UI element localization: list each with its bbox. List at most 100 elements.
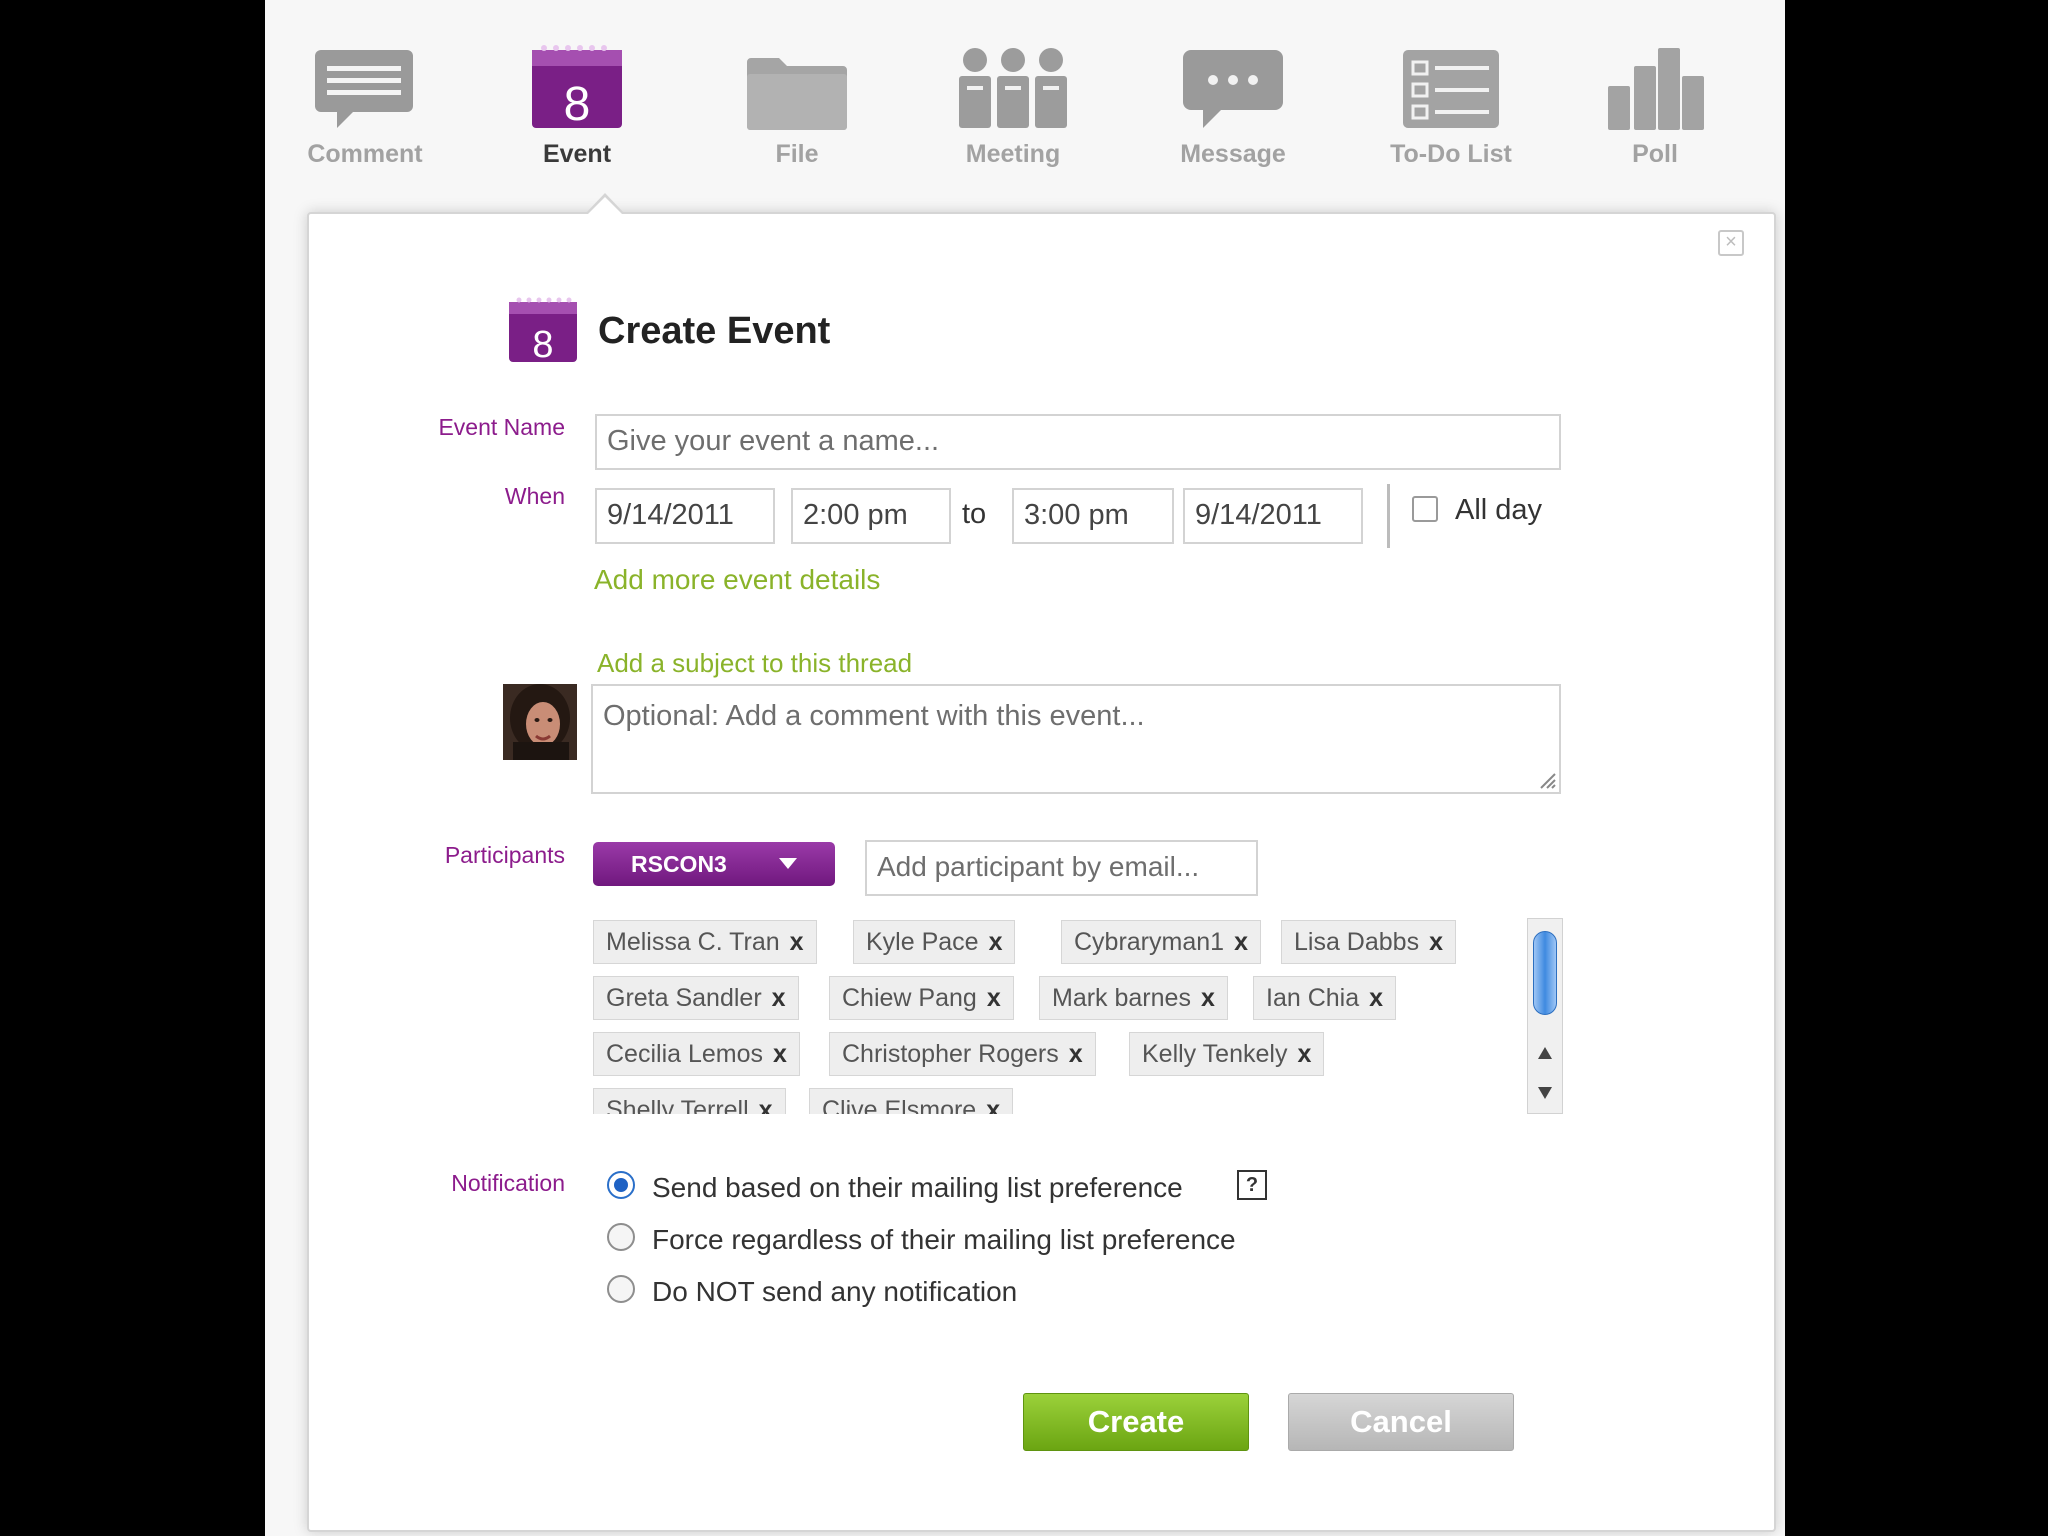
participant-email-input[interactable]: Add participant by email...	[865, 840, 1258, 896]
end-date-input[interactable]: 9/14/2011	[1183, 488, 1363, 544]
all-day-divider	[1387, 484, 1390, 548]
scroll-down-arrow-icon[interactable]	[1538, 1087, 1552, 1099]
remove-participant-icon[interactable]: x	[1369, 984, 1383, 1012]
participant-chip: Melissa C. Tran x	[593, 920, 817, 964]
remove-participant-icon[interactable]: x	[1234, 928, 1248, 956]
participants-label: Participants	[444, 842, 565, 868]
create-event-icon-number: 8	[532, 324, 553, 364]
notification-option-label: Force regardless of their mailing list p…	[652, 1224, 1236, 1255]
all-day-label: All day	[1455, 494, 1543, 526]
when-label: When	[504, 483, 565, 509]
remove-participant-icon[interactable]: x	[1297, 1040, 1311, 1068]
remove-participant-icon[interactable]: x	[772, 984, 786, 1012]
participant-chip: Shelly Terrell x	[593, 1088, 786, 1114]
tool-label-message: Message	[1180, 140, 1286, 168]
calendar-icon-number: 8	[564, 78, 591, 130]
group-dropdown-button[interactable]: RSCON3	[593, 842, 835, 886]
tool-label-meeting: Meeting	[965, 140, 1061, 168]
event-name-input[interactable]: Give your event a name...	[595, 414, 1561, 470]
help-icon[interactable]: ?	[1237, 1170, 1267, 1200]
create-button[interactable]: Create	[1023, 1393, 1249, 1451]
remove-participant-icon[interactable]: x	[1069, 1040, 1083, 1068]
user-avatar	[503, 684, 577, 765]
participant-chip: Cybraryman1 x	[1061, 920, 1261, 964]
tool-label-comment: Comment	[307, 140, 423, 168]
chip-name: Kelly Tenkely	[1142, 1040, 1288, 1068]
participant-chip: Clive Elsmore x	[809, 1088, 1014, 1114]
people-icon	[957, 46, 1069, 135]
tool-meeting[interactable]: Meeting	[913, 40, 1113, 180]
add-subject-link[interactable]: Add a subject to this thread	[597, 648, 912, 679]
remove-participant-icon[interactable]: x	[989, 928, 1003, 956]
scrollbar-thumb[interactable]	[1533, 931, 1557, 1015]
all-day-checkbox[interactable]	[1412, 496, 1438, 522]
remove-participant-icon[interactable]: x	[759, 1096, 773, 1114]
to-label: to	[962, 498, 987, 530]
tool-message[interactable]: Message	[1133, 40, 1333, 180]
event-name-label: Event Name	[438, 414, 565, 440]
notification-radio-mailing-pref[interactable]	[607, 1171, 635, 1199]
tool-label-event: Event	[542, 140, 612, 168]
chip-name: Lisa Dabbs	[1294, 928, 1420, 956]
create-event-calendar-icon: 8	[507, 296, 579, 369]
chip-name: Shelly Terrell	[606, 1096, 749, 1114]
tool-label-file: File	[775, 140, 819, 168]
chip-name: Ian Chia	[1266, 984, 1360, 1012]
remove-participant-icon[interactable]: x	[1201, 984, 1215, 1012]
folder-icon	[745, 52, 849, 137]
tool-poll[interactable]: Poll	[1555, 40, 1755, 180]
chip-name: Melissa C. Tran	[606, 928, 780, 956]
participant-chip: Kyle Pace x	[853, 920, 1016, 964]
remove-participant-icon[interactable]: x	[986, 1096, 1000, 1114]
app-stage: Comment 8 Event File Meeting Message To-…	[265, 0, 1785, 1536]
start-date-input[interactable]: 9/14/2011	[595, 488, 775, 544]
end-time-input[interactable]: 3:00 pm	[1012, 488, 1174, 544]
chat-bubble-icon	[1181, 46, 1285, 135]
tool-comment[interactable]: Comment	[265, 40, 465, 180]
add-event-details-link[interactable]: Add more event details	[594, 564, 880, 596]
remove-participant-icon[interactable]: x	[1429, 928, 1443, 956]
remove-participant-icon[interactable]: x	[987, 984, 1001, 1012]
dialog-title: Create Event	[598, 310, 831, 352]
group-dropdown-label: RSCON3	[631, 851, 727, 877]
notification-option-label: Do NOT send any notification	[652, 1276, 1018, 1307]
post-type-toolbar: Comment 8 Event File Meeting Message To-…	[265, 0, 1785, 205]
chevron-down-icon	[779, 858, 797, 869]
participant-chip: Ian Chia x	[1253, 976, 1397, 1020]
resize-grip-icon[interactable]	[1537, 770, 1557, 795]
notification-option-label: Send based on their mailing list prefere…	[652, 1172, 1183, 1203]
dialog-pointer-fill	[587, 197, 623, 215]
participant-chip: Greta Sandler x	[593, 976, 799, 1020]
tool-todo-list[interactable]: To-Do List	[1351, 40, 1551, 180]
cancel-button[interactable]: Cancel	[1288, 1393, 1514, 1451]
tool-label-todo-list: To-Do List	[1390, 140, 1512, 168]
tool-event[interactable]: 8 Event	[477, 40, 677, 180]
chip-list-scrollbar[interactable]	[1527, 918, 1563, 1114]
chip-name: Cecilia Lemos	[606, 1040, 764, 1068]
remove-participant-icon[interactable]: x	[773, 1040, 787, 1068]
notification-label: Notification	[451, 1170, 565, 1196]
checklist-icon	[1401, 46, 1501, 135]
start-time-input[interactable]: 2:00 pm	[791, 488, 951, 544]
chip-name: Chiew Pang	[842, 984, 977, 1012]
close-icon[interactable]: ×	[1718, 230, 1744, 256]
comment-textarea[interactable]: Optional: Add a comment with this event.…	[591, 684, 1561, 794]
chip-name: Kyle Pace	[866, 928, 979, 956]
tool-label-poll: Poll	[1632, 140, 1678, 168]
chip-name: Mark barnes	[1052, 984, 1191, 1012]
participant-chip: Kelly Tenkely x	[1129, 1032, 1325, 1076]
participant-chip: Cecilia Lemos x	[593, 1032, 800, 1076]
chip-name: Clive Elsmore	[822, 1096, 977, 1114]
participant-chip: Mark barnes x	[1039, 976, 1228, 1020]
chip-name: Cybraryman1	[1074, 928, 1225, 956]
notification-radio-force[interactable]	[607, 1223, 635, 1251]
tool-file[interactable]: File	[697, 40, 897, 180]
chip-name: Greta Sandler	[606, 984, 762, 1012]
participant-chip: Chiew Pang x	[829, 976, 1014, 1020]
chip-name: Christopher Rogers	[842, 1040, 1059, 1068]
participant-chip: Christopher Rogers x	[829, 1032, 1096, 1076]
comment-icon	[313, 46, 417, 135]
scroll-up-arrow-icon[interactable]	[1538, 1047, 1552, 1059]
remove-participant-icon[interactable]: x	[790, 928, 804, 956]
notification-radio-none[interactable]	[607, 1275, 635, 1303]
